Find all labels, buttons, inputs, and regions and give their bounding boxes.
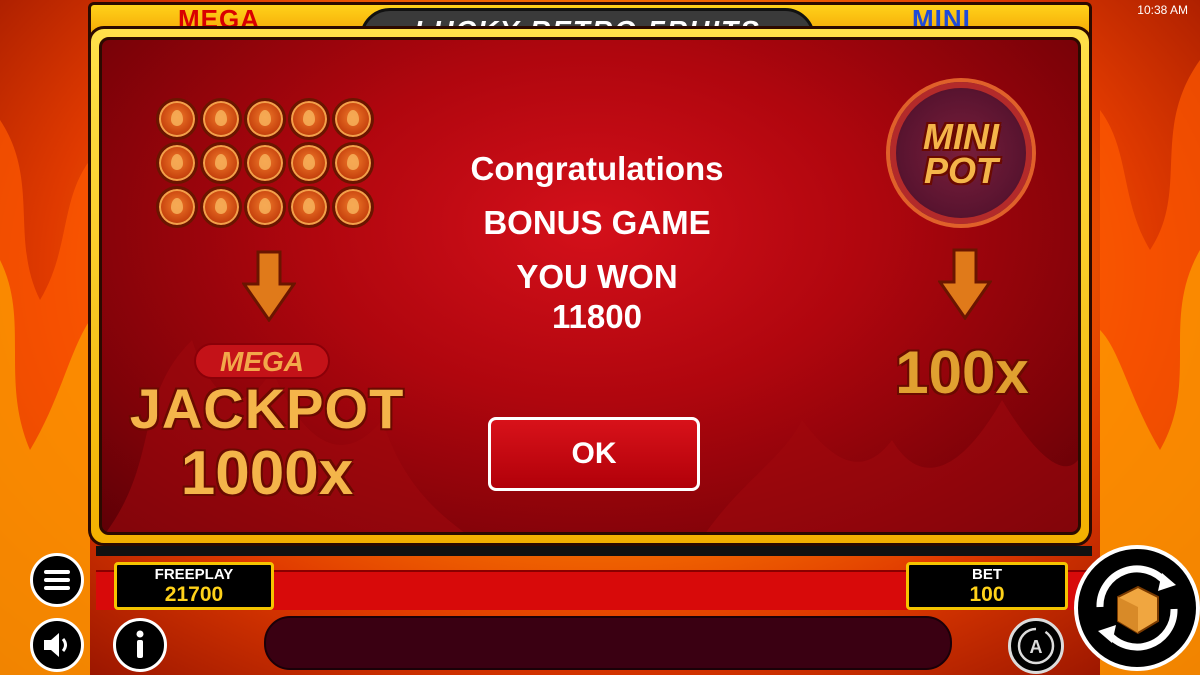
bonus-game-text: BONUS GAME — [483, 204, 711, 241]
message-bar — [264, 616, 952, 670]
flame-coin-icon — [332, 98, 374, 140]
info-button[interactable] — [113, 618, 167, 672]
jackpot-multiplier: 1000x — [180, 439, 354, 508]
flame-coin-icon — [156, 142, 198, 184]
flame-coin-icon — [200, 142, 242, 184]
info-icon — [136, 630, 144, 658]
flame-coin-icon — [288, 142, 330, 184]
mega-label: MEGA — [220, 346, 304, 377]
flame-coin-icon — [156, 186, 198, 228]
ok-button[interactable]: OK — [488, 417, 700, 491]
mini-pot-label: MINI POT — [923, 116, 999, 191]
flame-coin-icon — [244, 98, 286, 140]
spin-button[interactable] — [1074, 545, 1200, 671]
jackpot-label: JACKPOT — [129, 377, 405, 440]
flame-coin-icon — [288, 98, 330, 140]
freeplay-value: 21700 — [164, 583, 224, 606]
flame-coin-icon — [288, 186, 330, 228]
reel-bottom-strip — [96, 546, 1092, 556]
autoplay-icon: A — [1017, 627, 1055, 665]
bonus-dialog-panel: MEGA JACKPOT 1000x MINI POT 100x Congrat… — [99, 37, 1081, 535]
freeplay-display: FREEPLAY 21700 — [114, 562, 274, 610]
you-won-text: YOU WON — [516, 258, 678, 295]
sound-button[interactable] — [30, 618, 84, 672]
menu-button[interactable] — [30, 553, 84, 607]
bonus-dialog: MEGA JACKPOT 1000x MINI POT 100x Congrat… — [88, 26, 1092, 546]
flame-coin-icon — [332, 142, 374, 184]
autoplay-button[interactable]: A — [1008, 618, 1064, 674]
status-clock: 10:38 AM — [1137, 3, 1188, 17]
mini-pot-multiplier: 100x — [895, 339, 1029, 406]
flame-coin-icon — [244, 142, 286, 184]
freeplay-label: FREEPLAY — [154, 566, 234, 583]
down-arrow-icon — [938, 248, 992, 320]
mini-pot-badge-icon: MINI POT — [886, 78, 1036, 228]
congrats-text: Congratulations — [470, 150, 724, 187]
won-amount: 11800 — [552, 298, 642, 335]
sound-icon — [44, 633, 67, 657]
flame-coin-icon — [244, 186, 286, 228]
bet-value: 100 — [969, 583, 1005, 606]
menu-icon — [44, 570, 70, 590]
mega-badge: MEGA — [194, 343, 330, 379]
bonus-coin-grid — [156, 98, 374, 228]
flame-coin-icon — [200, 186, 242, 228]
bet-label: BET — [972, 566, 1002, 583]
svg-text:A: A — [1030, 637, 1043, 657]
flame-coin-icon — [332, 186, 374, 228]
spin-icon — [1096, 565, 1178, 651]
down-arrow-icon — [242, 250, 296, 322]
flame-coin-icon — [200, 98, 242, 140]
flame-coin-icon — [156, 98, 198, 140]
bet-display[interactable]: BET 100 — [906, 562, 1068, 610]
